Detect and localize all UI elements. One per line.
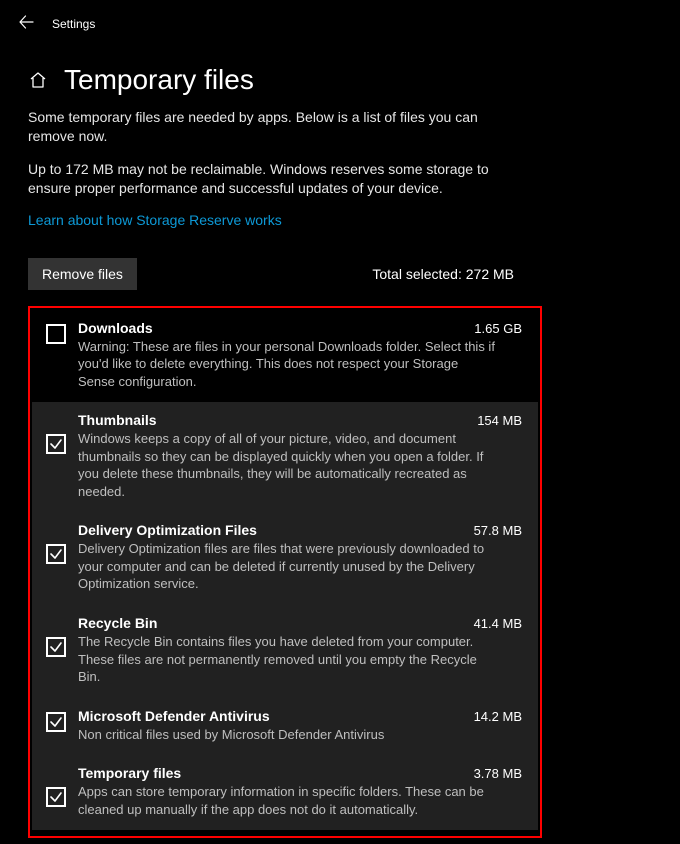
item-size: 3.78 MB [474, 766, 522, 781]
checkbox[interactable] [46, 324, 66, 344]
total-selected-label: Total selected: 272 MB [372, 266, 514, 282]
item-desc: Non critical files used by Microsoft Def… [78, 726, 498, 744]
list-item[interactable]: Delivery Optimization Files 57.8 MB Deli… [32, 512, 538, 605]
item-desc: Delivery Optimization files are files th… [78, 540, 498, 593]
item-size: 1.65 GB [474, 321, 522, 336]
titlebar: Settings [0, 0, 680, 42]
item-title: Thumbnails [78, 412, 157, 428]
checkbox[interactable] [46, 712, 66, 732]
titlebar-label: Settings [52, 17, 95, 31]
item-size: 57.8 MB [474, 523, 522, 538]
list-item[interactable]: Recycle Bin 41.4 MB The Recycle Bin cont… [32, 605, 538, 698]
back-icon[interactable] [18, 14, 34, 34]
item-desc: Apps can store temporary information in … [78, 783, 498, 818]
item-size: 41.4 MB [474, 616, 522, 631]
temp-files-list: Downloads 1.65 GB Warning: These are fil… [28, 306, 542, 839]
remove-files-button[interactable]: Remove files [28, 258, 137, 290]
item-title: Downloads [78, 320, 153, 336]
item-desc: The Recycle Bin contains files you have … [78, 633, 498, 686]
item-title: Microsoft Defender Antivirus [78, 708, 270, 724]
item-desc: Warning: These are files in your persona… [78, 338, 498, 391]
intro-text-2: Up to 172 MB may not be reclaimable. Win… [28, 160, 508, 198]
checkbox[interactable] [46, 544, 66, 564]
checkbox[interactable] [46, 434, 66, 454]
item-size: 154 MB [477, 413, 522, 428]
storage-reserve-link[interactable]: Learn about how Storage Reserve works [28, 212, 282, 228]
home-icon[interactable] [28, 70, 48, 90]
page-title: Temporary files [64, 64, 254, 96]
item-title: Recycle Bin [78, 615, 157, 631]
list-item[interactable]: Thumbnails 154 MB Windows keeps a copy o… [32, 402, 538, 512]
item-title: Temporary files [78, 765, 181, 781]
item-desc: Windows keeps a copy of all of your pict… [78, 430, 498, 500]
list-item[interactable]: Microsoft Defender Antivirus 14.2 MB Non… [32, 698, 538, 756]
item-title: Delivery Optimization Files [78, 522, 257, 538]
list-item[interactable]: Downloads 1.65 GB Warning: These are fil… [32, 310, 538, 403]
item-size: 14.2 MB [474, 709, 522, 724]
checkbox[interactable] [46, 787, 66, 807]
list-item[interactable]: Temporary files 3.78 MB Apps can store t… [32, 755, 538, 830]
intro-text-1: Some temporary files are needed by apps.… [28, 108, 508, 146]
checkbox[interactable] [46, 637, 66, 657]
